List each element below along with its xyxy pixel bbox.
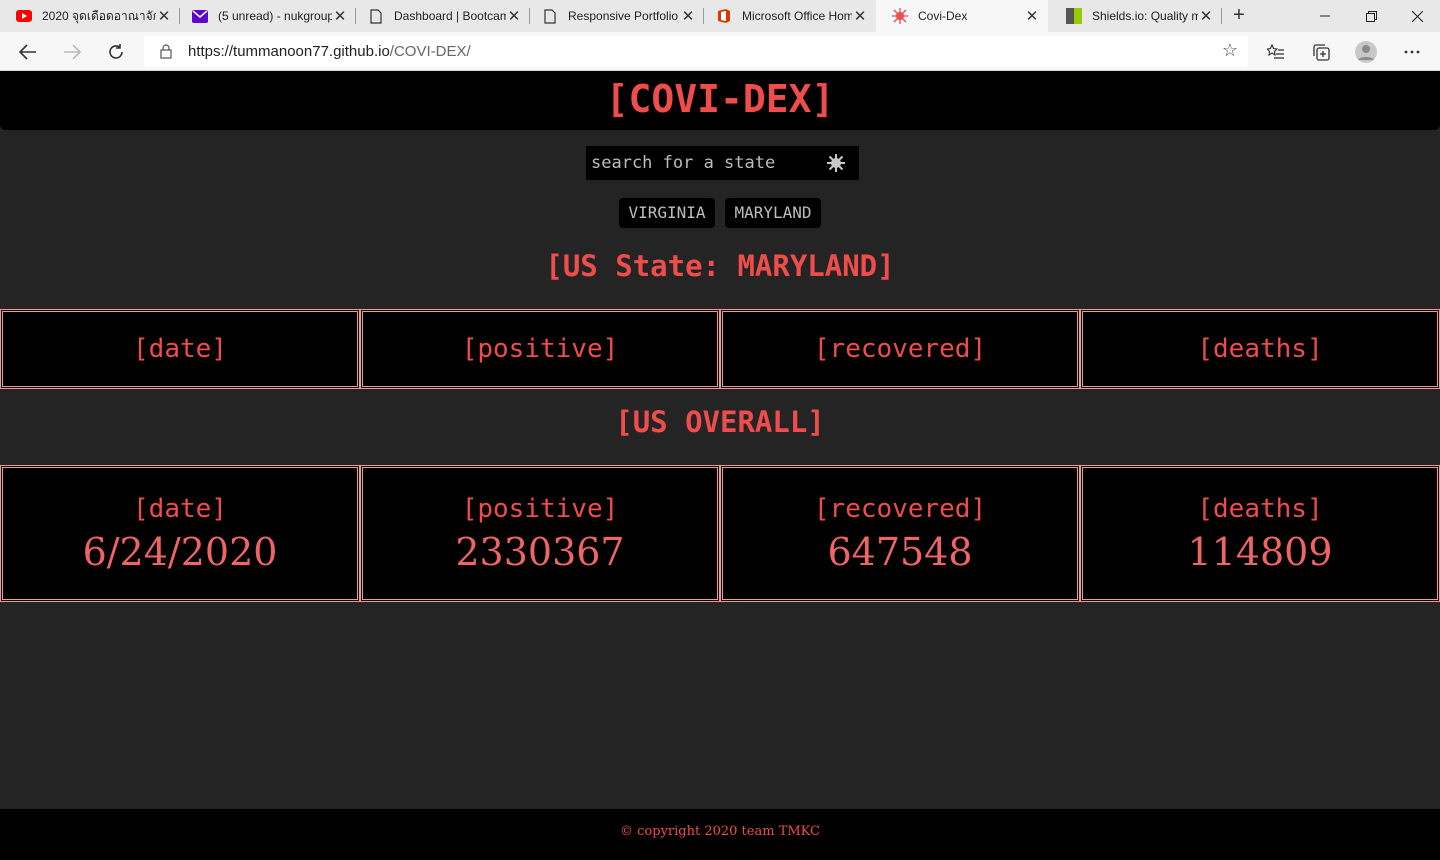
minimize-icon [1320,15,1330,17]
forward-arrow-icon [64,44,81,60]
back-arrow-icon [19,44,36,60]
overall-recovered-cell: [recovered] 647548 [720,465,1080,602]
stat-value: 2330367 [455,529,625,574]
site-footer: © copyright 2020 team TMKC [0,809,1440,860]
shields-icon [1066,8,1082,24]
state-positive-cell: [positive] [360,309,720,389]
copyright-text: © copyright 2020 team TMKC [620,824,820,839]
stat-label: [recovered] [813,493,987,524]
stat-label: [date] [133,334,227,364]
overall-stats-row: [date] 6/24/2020 [positive] 2330367 [rec… [0,465,1440,602]
state-date-cell: [date] [0,309,360,389]
refresh-icon [109,44,123,59]
tab-shields-io[interactable]: Shields.io: Quality m ✕ [1050,0,1222,32]
virus-search-button-icon[interactable] [822,153,850,173]
close-tab-icon[interactable]: ✕ [332,7,348,25]
close-tab-icon[interactable]: ✕ [680,7,696,25]
site-title: [COVI-DEX] [605,77,835,121]
restore-icon [1365,10,1377,22]
history-chip-virginia[interactable]: VIRGINIA [619,198,715,228]
lock-icon [160,44,174,59]
tab-youtube[interactable]: 2020 จุดเดือดอาณาจักร ✕ [0,0,180,32]
close-window-button[interactable] [1394,0,1440,32]
stat-label: [positive] [461,493,619,524]
state-deaths-cell: [deaths] [1080,309,1440,389]
url-path: /COVI-DEX/ [389,43,471,60]
close-tab-icon[interactable]: ✕ [156,7,172,25]
yahoo-mail-icon [192,8,208,24]
stat-label: [deaths] [1197,493,1323,524]
office-icon [716,8,732,24]
favorite-star-icon[interactable]: ☆ [1222,40,1238,61]
tab-title: Microsoft Office Home [742,9,852,23]
favorites-button[interactable] [1260,36,1292,68]
avatar-icon [1355,41,1377,63]
overall-positive-cell: [positive] 2330367 [360,465,720,602]
collections-button[interactable] [1305,36,1337,68]
state-search-input[interactable] [586,146,822,180]
page-icon [542,8,558,24]
back-button[interactable] [12,36,44,68]
maximize-button[interactable] [1348,0,1394,32]
overall-deaths-cell: [deaths] 114809 [1080,465,1440,602]
close-icon [1411,10,1423,22]
stat-value: 6/24/2020 [82,529,278,574]
tab-responsive-portfolio[interactable]: Responsive Portfolio ✕ [526,0,704,32]
address-bar[interactable]: https://tummanoon77.github.io/COVI-DEX/ … [144,36,1248,67]
profile-button[interactable] [1350,36,1382,68]
tab-covi-dex[interactable]: Covi-Dex ✕ [876,0,1048,32]
overall-section-title: [US OVERALL] [615,405,825,439]
stat-value: 114809 [1187,529,1333,574]
stat-label: [date] [133,493,227,524]
tab-separator [1221,8,1222,24]
search-bar [586,146,859,180]
virus-icon [892,8,908,24]
state-section-title: [US State: MARYLAND] [545,249,895,283]
tab-yahoo-mail[interactable]: (5 unread) - nukgroup ✕ [176,0,356,32]
settings-menu-button[interactable] [1396,36,1428,68]
favorites-list-icon [1267,44,1284,59]
stat-value: 647548 [827,529,973,574]
close-tab-icon[interactable]: ✕ [1198,7,1214,25]
tab-title: Responsive Portfolio [568,9,679,23]
tab-title: Dashboard | Bootcamp [394,9,506,23]
more-dots-icon [1404,50,1420,54]
state-stats-row: [date] [positive] [recovered] [deaths] [0,309,1440,389]
tab-microsoft-office[interactable]: Microsoft Office Home ✕ [700,0,876,32]
refresh-button[interactable] [100,36,132,68]
site-header: [COVI-DEX] [0,71,1440,130]
tab-title: (5 unread) - nukgroup [218,9,332,23]
url-host: https://tummanoon77.github.io [188,43,390,60]
youtube-icon [16,8,32,24]
stat-label: [positive] [461,334,619,364]
state-recovered-cell: [recovered] [720,309,1080,389]
tab-title: Shields.io: Quality m [1092,9,1198,23]
minimize-button[interactable] [1302,0,1348,32]
collections-icon [1312,43,1330,61]
history-chip-maryland[interactable]: MARYLAND [725,198,821,228]
forward-button[interactable] [56,36,88,68]
stat-label: [recovered] [813,334,987,364]
new-tab-button[interactable]: + [1228,0,1250,32]
tab-title: Covi-Dex [918,9,968,23]
tab-title: 2020 จุดเดือดอาณาจักร [42,8,156,23]
page-icon [368,8,384,24]
url-text: https://tummanoon77.github.io/COVI-DEX/ [188,43,471,60]
overall-date-cell: [date] 6/24/2020 [0,465,360,602]
close-tab-icon[interactable]: ✕ [1024,7,1040,25]
close-tab-icon[interactable]: ✕ [506,7,522,25]
stat-label: [deaths] [1197,334,1323,364]
browser-toolbar: https://tummanoon77.github.io/COVI-DEX/ … [0,32,1440,71]
browser-tab-bar: 2020 จุดเดือดอาณาจักร ✕ (5 unread) - nuk… [0,0,1440,32]
close-tab-icon[interactable]: ✕ [852,7,868,25]
tab-dashboard-bootcamp[interactable]: Dashboard | Bootcamp ✕ [352,0,530,32]
